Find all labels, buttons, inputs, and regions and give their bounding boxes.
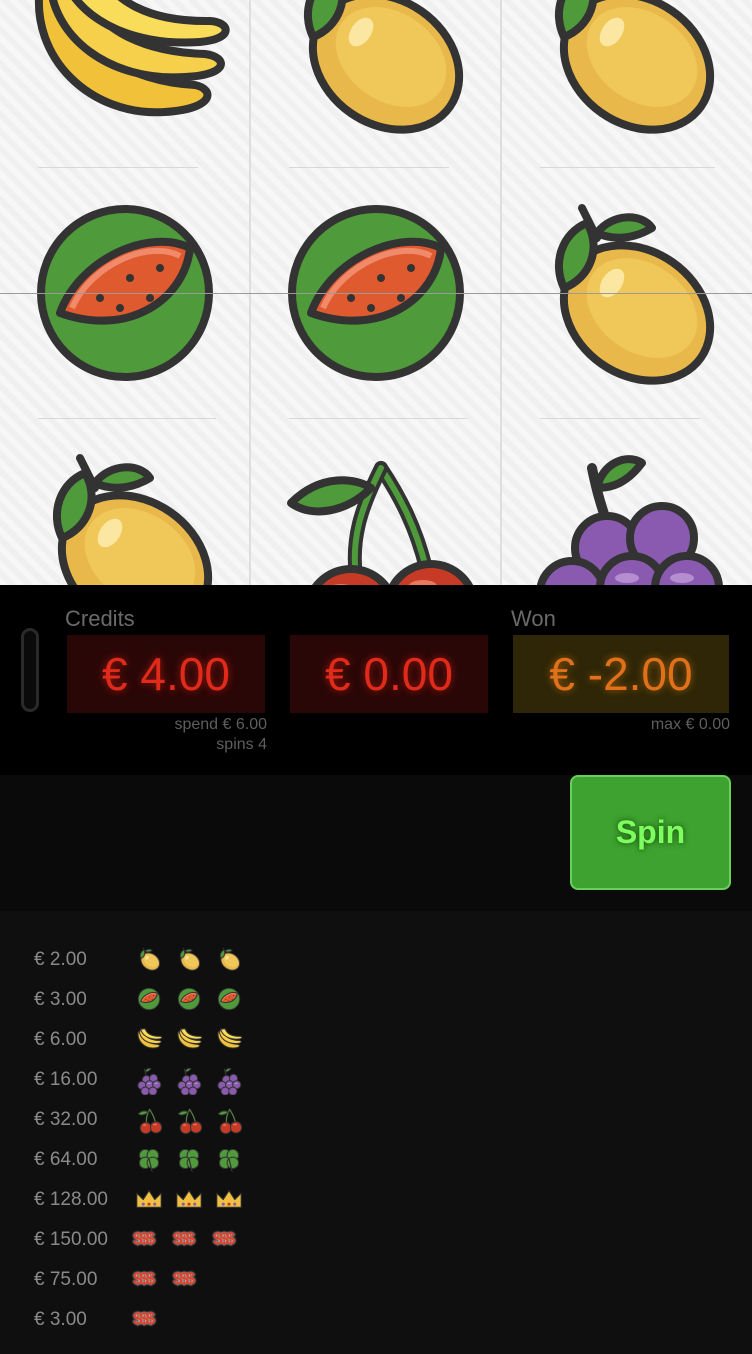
credits-display: € 4.00 [67,635,265,713]
paytable-row: € 3.00 $$$ [0,1303,752,1343]
payout-symbols: $$$ $$$ [133,1263,205,1295]
reel-2-symbol-1 [251,0,501,167]
payout-symbols [133,1103,245,1135]
paytable-row: € 16.00 [0,1063,752,1103]
reel-3-symbol-1 [502,0,752,167]
payout-amount: € 6.00 [34,1029,87,1050]
paytable-row: € 32.00 [0,1103,752,1143]
crown-icon [173,1183,205,1215]
cherry-icon [287,461,474,585]
bet-display: € 0.00 [290,635,488,713]
crown-icon [133,1183,165,1215]
reel-1-symbol-1 [0,0,250,167]
lemon-icon [554,0,715,134]
banana-icon [133,1023,165,1055]
payout-symbols [133,1143,245,1175]
watermelon-icon [213,983,245,1015]
clover-icon [133,1143,165,1175]
grapes-icon [213,1063,245,1095]
lemon-icon [173,943,205,975]
reel-1-symbol-3 [0,418,250,585]
payline [0,293,752,294]
payout-amount: € 3.00 [34,989,87,1010]
spend-text: spend € 6.00 [174,716,267,733]
paytable-row: € 2.00 [0,943,752,983]
banana-icon [213,1023,245,1055]
payout-symbols [133,1183,245,1215]
payout-amount: € 2.00 [34,949,87,970]
reel-3-symbol-3 [502,418,752,585]
payout-amount: € 16.00 [34,1069,98,1090]
dollar-icon: $$$ [173,1229,195,1248]
watermelon-icon [133,983,165,1015]
credits-label: Credits [65,606,135,631]
dollar-icon: $$$ [133,1269,155,1288]
cherry-icon [133,1103,165,1135]
payout-symbols [133,1063,245,1095]
reel-2-symbol-3 [251,418,501,585]
paytable-row: € 150.00 $$$ $$$ $$$ [0,1223,752,1263]
max-won-text: max € 0.00 [650,716,730,733]
cherry-icon [213,1103,245,1135]
dollar-icon: $$$ [213,1229,235,1248]
payout-amount: € 64.00 [34,1149,98,1170]
won-label: Won [511,606,556,631]
cherry-icon [173,1103,205,1135]
clover-icon [213,1143,245,1175]
payout-symbols: $$$ $$$ $$$ [133,1223,245,1255]
dollar-icon: $$$ [173,1269,195,1288]
payout-amount: € 32.00 [34,1109,98,1130]
lemon-icon [133,943,165,975]
crown-icon [213,1183,245,1215]
spins-text: spins 4 [216,736,267,753]
spin-lever[interactable] [21,628,39,712]
paytable-row: € 64.00 [0,1143,752,1183]
paytable-row: € 128.00 [0,1183,752,1223]
clover-icon [173,1143,205,1175]
grapes-icon [173,1063,205,1095]
payout-symbols [133,983,245,1015]
reels-area [0,0,752,585]
paytable-row: € 6.00 [0,1023,752,1063]
paytable-row: € 75.00 $$$ $$$ [0,1263,752,1303]
lemon-icon [213,943,245,975]
banana-icon [173,1023,205,1055]
grapes-icon [133,1063,165,1095]
payout-amount: € 3.00 [34,1309,87,1330]
spin-button[interactable]: Spin [570,775,731,890]
won-display: € -2.00 [513,635,729,713]
dollar-icon: $$$ [133,1229,155,1248]
watermelon-icon [173,983,205,1015]
payout-symbols [133,1023,245,1055]
paytable-row: € 3.00 [0,983,752,1023]
paytable: € 2.00 € 3.00 € 6.00 € 16.00 € 32.00 € 6… [0,911,752,1354]
payout-symbols: $$$ [133,1303,165,1335]
payout-symbols [133,943,245,975]
banana-icon [34,0,230,117]
dollar-icon: $$$ [133,1309,155,1328]
payout-amount: € 75.00 [34,1269,98,1290]
lemon-icon [52,454,213,585]
lemon-icon [303,0,464,134]
grapes-icon [536,455,723,585]
payout-amount: € 128.00 [34,1189,108,1210]
payout-amount: € 150.00 [34,1229,108,1250]
